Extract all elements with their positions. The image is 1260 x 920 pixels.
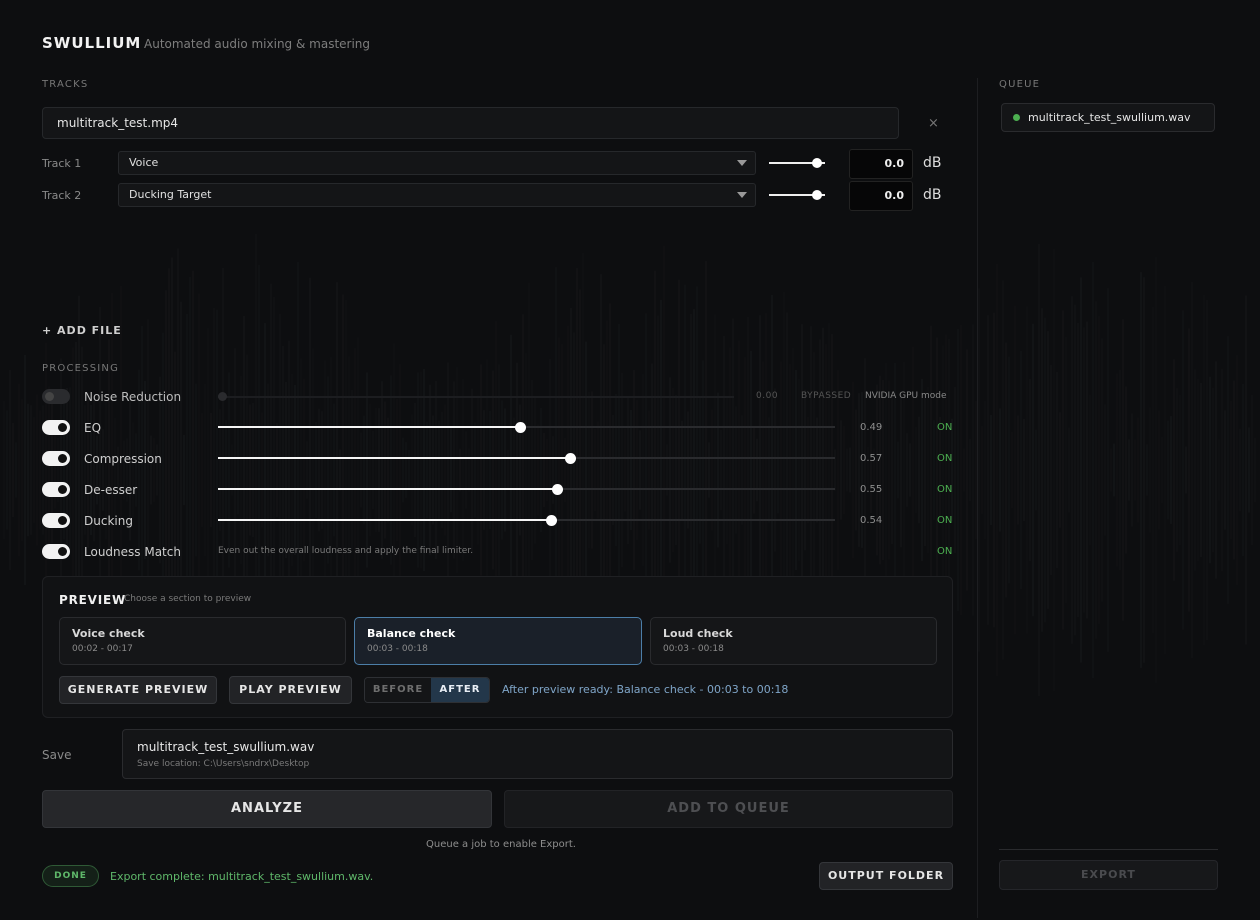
toggle-knob (58, 423, 67, 432)
queue-hint-text: Queue a job to enable Export. (426, 839, 576, 850)
ducking-status: ON (937, 515, 953, 526)
eq-slider-thumb[interactable] (515, 422, 527, 433)
compression-toggle[interactable] (42, 451, 70, 466)
loudness-match-description: Even out the overall loudness and apply … (218, 546, 474, 556)
track-1-label: Track 1 (42, 157, 82, 170)
queue-item-name: multitrack_test_swullium.wav (1028, 111, 1191, 124)
compression-label: Compression (84, 452, 162, 466)
track-1-role-value: Voice (129, 156, 159, 169)
noise-reduction-value: 0.00 (756, 391, 779, 401)
ducking-value: 0.54 (860, 515, 883, 526)
ducking-toggle[interactable] (42, 513, 70, 528)
export-divider (999, 849, 1218, 850)
export-status-message: Export complete: multitrack_test_swulliu… (110, 870, 374, 883)
noise-reduction-thumb (218, 392, 227, 401)
track-1-role-select[interactable]: Voice (118, 151, 756, 175)
eq-slider-fill (218, 426, 521, 428)
processing-section-label: PROCESSING (42, 363, 120, 374)
save-filename-field[interactable]: multitrack_test_swullium.wav Save locati… (122, 729, 953, 779)
preview-section-balance-check[interactable]: Balance check 00:03 - 00:18 (354, 617, 642, 665)
save-file-name: multitrack_test_swullium.wav (137, 740, 315, 754)
track-2-gain-input[interactable]: 0.0 (849, 181, 913, 211)
status-badge: DONE (42, 865, 99, 887)
compression-status: ON (937, 453, 953, 464)
track-file-name[interactable]: multitrack_test.mp4 (42, 107, 899, 139)
track-1-gain-input[interactable]: 0.0 (849, 149, 913, 179)
preview-section-title: Voice check (72, 627, 145, 640)
save-label: Save (42, 748, 72, 762)
status-dot-icon (1013, 114, 1020, 121)
gpu-mode-label: NVIDIA GPU mode (865, 391, 947, 401)
noise-reduction-slider (218, 396, 734, 398)
track-2-role-select[interactable]: Ducking Target (118, 183, 756, 207)
remove-file-icon[interactable]: × (928, 116, 939, 131)
save-location: Save location: C:\Users\sndrx\Desktop (137, 759, 310, 769)
loudness-match-toggle[interactable] (42, 544, 70, 559)
track-1-gain-unit: dB (923, 155, 942, 171)
queue-section-label: QUEUE (999, 79, 1041, 90)
toggle-knob (58, 516, 67, 525)
track-2-label: Track 2 (42, 189, 82, 202)
play-preview-button[interactable]: PLAY PREVIEW (229, 676, 352, 704)
toggle-knob (58, 485, 67, 494)
noise-reduction-status: BYPASSED (801, 391, 852, 401)
queue-item[interactable]: multitrack_test_swullium.wav (1001, 103, 1215, 132)
preview-section-title: Balance check (367, 627, 456, 640)
analyze-button[interactable]: ANALYZE (42, 790, 492, 828)
toggle-knob (45, 392, 54, 401)
tracks-section-label: TRACKS (42, 79, 89, 90)
chevron-down-icon (737, 160, 747, 166)
before-option[interactable]: BEFORE (365, 678, 431, 702)
noise-reduction-label: Noise Reduction (84, 390, 182, 404)
eq-label: EQ (84, 421, 102, 435)
compression-value: 0.57 (860, 453, 883, 464)
chevron-down-icon (737, 192, 747, 198)
de-esser-toggle[interactable] (42, 482, 70, 497)
noise-reduction-toggle[interactable] (42, 389, 70, 404)
track-1-gain-thumb[interactable] (811, 158, 822, 168)
compression-slider-thumb[interactable] (564, 453, 576, 464)
loudness-match-status: ON (937, 546, 953, 557)
app-title: SWULLIUM (42, 34, 142, 52)
add-file-button[interactable]: + ADD FILE (42, 324, 122, 337)
ducking-label: Ducking (84, 514, 133, 528)
preview-section-time: 00:02 - 00:17 (72, 644, 133, 654)
compression-slider-fill (218, 457, 570, 459)
de-esser-label: De-esser (84, 483, 138, 497)
track-2-gain-thumb[interactable] (811, 190, 822, 200)
queue-divider (977, 78, 978, 918)
de-esser-status: ON (937, 484, 953, 495)
de-esser-value: 0.55 (860, 484, 883, 495)
de-esser-slider-thumb[interactable] (552, 484, 564, 495)
preview-subtitle: Choose a section to preview (124, 594, 252, 604)
preview-section-voice-check[interactable]: Voice check 00:02 - 00:17 (59, 617, 346, 665)
add-to-queue-button[interactable]: ADD TO QUEUE (504, 790, 953, 828)
ducking-slider-fill (218, 519, 552, 521)
generate-preview-button[interactable]: GENERATE PREVIEW (59, 676, 217, 704)
toggle-knob (58, 454, 67, 463)
preview-status-text: After preview ready: Balance check - 00:… (502, 683, 789, 696)
app-tagline: Automated audio mixing & mastering (144, 37, 371, 51)
loudness-match-label: Loudness Match (84, 545, 181, 559)
ducking-slider-thumb[interactable] (546, 515, 558, 526)
after-option[interactable]: AFTER (431, 678, 489, 702)
preview-section-title: Loud check (663, 627, 733, 640)
toggle-knob (58, 547, 67, 556)
preview-section-time: 00:03 - 00:18 (367, 644, 428, 654)
track-2-gain-unit: dB (923, 187, 942, 203)
eq-toggle[interactable] (42, 420, 70, 435)
preview-section-time: 00:03 - 00:18 (663, 644, 724, 654)
eq-status: ON (937, 422, 953, 433)
preview-title: PREVIEW (59, 593, 127, 607)
output-folder-button[interactable]: OUTPUT FOLDER (819, 862, 953, 890)
preview-section-loud-check[interactable]: Loud check 00:03 - 00:18 (650, 617, 937, 665)
de-esser-slider-fill (218, 488, 558, 490)
export-button[interactable]: EXPORT (999, 860, 1218, 890)
before-after-toggle: BEFORE AFTER (364, 677, 490, 703)
track-2-role-value: Ducking Target (129, 188, 212, 201)
eq-value: 0.49 (860, 422, 883, 433)
